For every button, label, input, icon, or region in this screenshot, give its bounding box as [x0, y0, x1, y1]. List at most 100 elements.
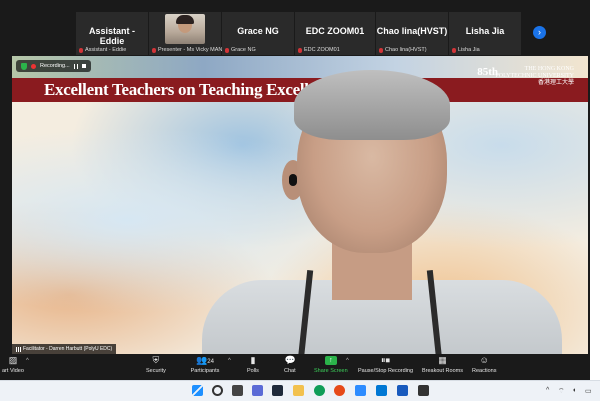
shield-icon: ⛨ [152, 355, 160, 365]
mic-muted-icon [298, 47, 302, 53]
participant-label-text: Presenter - Ms Vicky MAN [158, 47, 223, 53]
participant-label: Assistant - Eddie [79, 47, 126, 53]
pause-stop-recording-button[interactable]: ⏸⏹ Pause/Stop Recording [358, 355, 414, 375]
window-edge [590, 0, 600, 380]
teams-icon[interactable] [252, 385, 263, 396]
emoji-icon: ☺ [479, 355, 489, 365]
pause-icon[interactable] [73, 63, 78, 69]
next-page-button[interactable]: › [533, 26, 546, 39]
speaker-name-label: Facilitator - Darren Harbutt (PolyU EDC) [12, 344, 117, 354]
mic-muted-icon [379, 47, 383, 53]
mic-muted-icon [225, 47, 229, 53]
recording-indicator[interactable]: Recording... [16, 60, 91, 72]
participant-name: Assistant - Eddie [88, 26, 135, 46]
chrome-icon[interactable] [334, 385, 345, 396]
recording-label: Recording... [40, 63, 70, 69]
logo-line: 香港理工大學 [537, 80, 574, 86]
start-video-button[interactable]: ▨ art Video [2, 355, 24, 375]
edge-icon[interactable] [314, 385, 325, 396]
participant-tile-presenter[interactable]: Presenter - Ms Vicky MAN [149, 12, 222, 55]
main-video-view: Excellent Teachers on Teaching Excellen … [12, 56, 588, 354]
shield-icon [21, 62, 27, 70]
participants-button[interactable]: 👥24 Participants [190, 355, 220, 375]
polls-icon: ▮ [250, 355, 256, 365]
participant-strip: Assistant - Eddie Assistant - Eddie Pres… [0, 0, 590, 56]
reactions-label: Reactions [472, 368, 497, 374]
chevron-up-icon[interactable]: ^ [228, 358, 231, 364]
participant-name: Lisha Jia [465, 26, 505, 36]
chat-icon: 💬 [284, 355, 297, 365]
start-video-label: art Video [2, 368, 24, 374]
participant-tile[interactable]: Chao lina(HVST) Chao lina(HVST) [376, 12, 448, 55]
earphone [289, 174, 297, 186]
chevron-up-icon[interactable]: ^ [26, 358, 29, 364]
participant-name: Chao lina(HVST) [376, 26, 448, 36]
zoom-icon[interactable] [355, 385, 366, 396]
participant-label: EDC ZOOM01 [298, 47, 340, 53]
participant-label: Chao lina(HVST) [379, 47, 427, 53]
participant-label: Grace NG [225, 47, 256, 53]
chevron-up-icon[interactable]: ^ [346, 358, 349, 364]
participant-label: Presenter - Ms Vicky MAN [152, 47, 222, 53]
file-explorer-icon[interactable] [293, 385, 304, 396]
participant-tile[interactable]: Grace NG Grace NG [222, 12, 294, 55]
breakout-rooms-label: Breakout Rooms [422, 368, 463, 374]
polls-label: Polls [247, 368, 259, 374]
participant-label-text: Lisha Jia [458, 47, 480, 53]
speaker-hair [294, 70, 450, 140]
polls-button[interactable]: ▮ Polls [247, 355, 259, 375]
zoom-meeting-window: Assistant - Eddie Assistant - Eddie Pres… [0, 0, 590, 380]
presenter-video-thumbnail [165, 14, 205, 44]
participant-name: EDC ZOOM01 [305, 26, 365, 36]
participant-label-text: Chao lina(HVST) [385, 47, 427, 53]
security-button[interactable]: ⛨ Security [146, 355, 166, 375]
breakout-rooms-icon: ▦ [438, 355, 447, 365]
participant-tile[interactable]: Lisha Jia Lisha Jia [449, 12, 521, 55]
share-screen-label: Share Screen [314, 368, 348, 374]
breakout-rooms-button[interactable]: ▦ Breakout Rooms [422, 355, 463, 375]
chevron-up-icon[interactable]: ^ [546, 387, 549, 394]
chat-label: Chat [284, 368, 296, 374]
reactions-button[interactable]: ☺ Reactions [472, 355, 497, 375]
recording-dot-icon [31, 63, 36, 69]
search-icon[interactable] [212, 385, 223, 396]
recording-control-label: Pause/Stop Recording [358, 368, 414, 374]
logo-line: POLYTECHNIC UNIVERSITY [495, 73, 574, 79]
people-icon: 👥24 [196, 355, 214, 366]
mic-muted-icon [452, 47, 456, 53]
mic-muted-icon [79, 47, 83, 53]
participant-tile[interactable]: EDC ZOOM01 EDC ZOOM01 [295, 12, 375, 55]
app-icon[interactable] [272, 385, 283, 396]
speaker-icon[interactable]: ◖ [572, 387, 576, 394]
windows-taskbar: ^ ⌔ ◖ ▭ [0, 380, 600, 401]
university-logo: THE HONG KONG POLYTECHNIC UNIVERSITY 香港理… [495, 66, 574, 87]
share-screen-icon: ↑ [324, 356, 337, 365]
start-icon[interactable] [192, 385, 203, 396]
security-label: Security [146, 368, 166, 374]
participant-label-text: Grace NG [231, 47, 256, 53]
battery-icon[interactable]: ▭ [585, 387, 592, 395]
word-icon[interactable] [397, 385, 408, 396]
pause-stop-icon: ⏸⏹ [381, 355, 391, 365]
meeting-toolbar: ▨ art Video ^ ⛨ Security 👥24 Participant… [0, 354, 590, 380]
participants-count: 24 [207, 359, 214, 365]
stop-icon[interactable] [81, 64, 86, 68]
signal-bars-icon [16, 346, 21, 352]
share-screen-button[interactable]: ↑ Share Screen [314, 356, 348, 374]
outlook-icon[interactable] [376, 385, 387, 396]
participant-label-text: Assistant - Eddie [85, 47, 127, 53]
speaker-name-text: Facilitator - Darren Harbutt (PolyU EDC) [23, 346, 113, 352]
mic-muted-icon [152, 47, 156, 53]
participant-label-text: EDC ZOOM01 [304, 47, 340, 53]
video-off-icon: ▨ [8, 355, 18, 365]
task-view-icon[interactable] [232, 385, 243, 396]
app-icon[interactable] [418, 385, 429, 396]
participant-tile[interactable]: Assistant - Eddie Assistant - Eddie [76, 12, 148, 55]
chat-button[interactable]: 💬 Chat [284, 355, 297, 375]
logo-line: THE HONG KONG [524, 66, 574, 72]
participant-name: Grace NG [237, 26, 279, 36]
participants-label: Participants [190, 368, 220, 374]
wifi-icon[interactable]: ⌔ [558, 387, 565, 396]
participant-label: Lisha Jia [452, 47, 480, 53]
speaker-video [202, 70, 562, 354]
